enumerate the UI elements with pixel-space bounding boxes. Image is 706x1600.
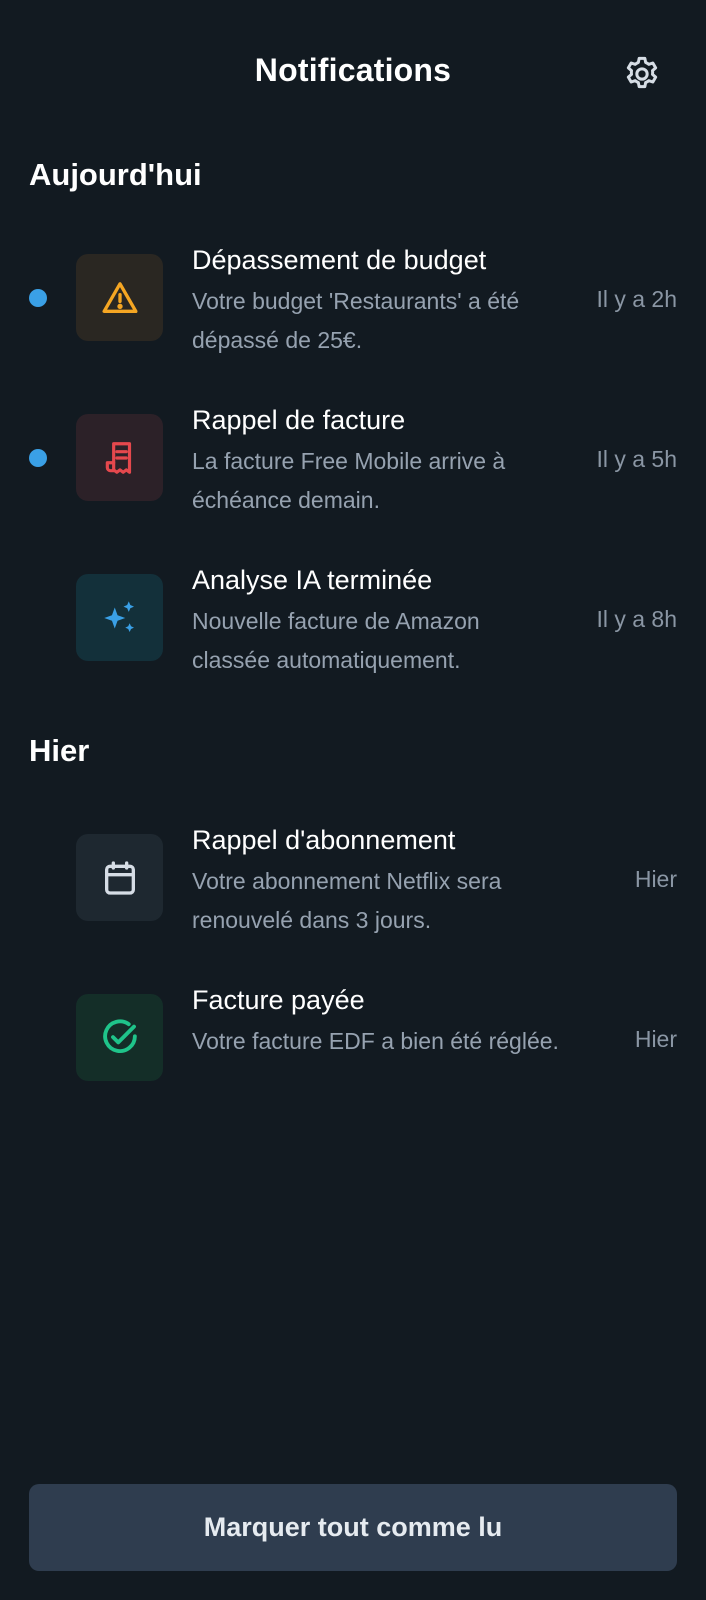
check-circle-icon — [102, 1018, 137, 1053]
notification-title: Facture payée — [192, 985, 365, 1015]
unread-indicator — [29, 449, 47, 467]
header: Notifications — [0, 0, 706, 146]
notification-title: Dépassement de budget — [192, 245, 487, 275]
icon-tile — [76, 994, 163, 1081]
notification-time: Il y a 8h — [596, 606, 677, 632]
icon-tile — [76, 574, 163, 661]
gear-icon — [626, 56, 658, 89]
icon-tile — [76, 254, 163, 341]
notification-title: Analyse IA terminée — [192, 565, 433, 595]
icon-tile — [76, 414, 163, 501]
notification-body: La facture Free Mobile arrive à échéance… — [192, 448, 506, 513]
notification-body: Nouvelle facture de Amazon classée autom… — [192, 608, 480, 673]
notification-title: Rappel d'abonnement — [192, 825, 456, 855]
notification-time: Hier — [634, 866, 677, 892]
notifications-screen: Notifications Aujourd'hui Dépassement de… — [0, 0, 706, 1600]
notification-item[interactable]: Rappel de facture La facture Free Mobile… — [0, 392, 706, 542]
settings-button[interactable] — [620, 52, 664, 96]
section-title-yesterday: Hier — [29, 733, 90, 768]
notification-item[interactable]: Analyse IA terminée Nouvelle facture de … — [0, 552, 706, 702]
notification-item[interactable]: Dépassement de budget Votre budget 'Rest… — [0, 232, 706, 382]
sparkles-icon — [103, 600, 134, 632]
notification-item[interactable]: Rappel d'abonnement Votre abonnement Net… — [0, 812, 706, 962]
page-title: Notifications — [254, 52, 452, 88]
mark-all-read-button[interactable]: Marquer tout comme lu — [29, 1484, 677, 1571]
calendar-icon — [104, 860, 135, 895]
icon-tile — [76, 834, 163, 921]
notification-body: Votre budget 'Restaurants' a été dépassé… — [192, 288, 520, 353]
notification-body: Votre abonnement Netflix sera renouvelé … — [192, 868, 502, 933]
notification-time: Il y a 5h — [596, 446, 677, 472]
notification-body: Votre facture EDF a bien été réglée. — [192, 1028, 559, 1054]
notification-time: Hier — [634, 1026, 677, 1052]
notification-title: Rappel de facture — [192, 405, 406, 435]
section-title-today: Aujourd'hui — [29, 157, 202, 192]
unread-indicator — [29, 289, 47, 307]
notification-item[interactable]: Facture payée Votre facture EDF a bien é… — [0, 972, 706, 1122]
notification-time: Il y a 2h — [596, 286, 677, 312]
warning-triangle-icon — [102, 281, 137, 313]
receipt-icon — [105, 441, 131, 474]
